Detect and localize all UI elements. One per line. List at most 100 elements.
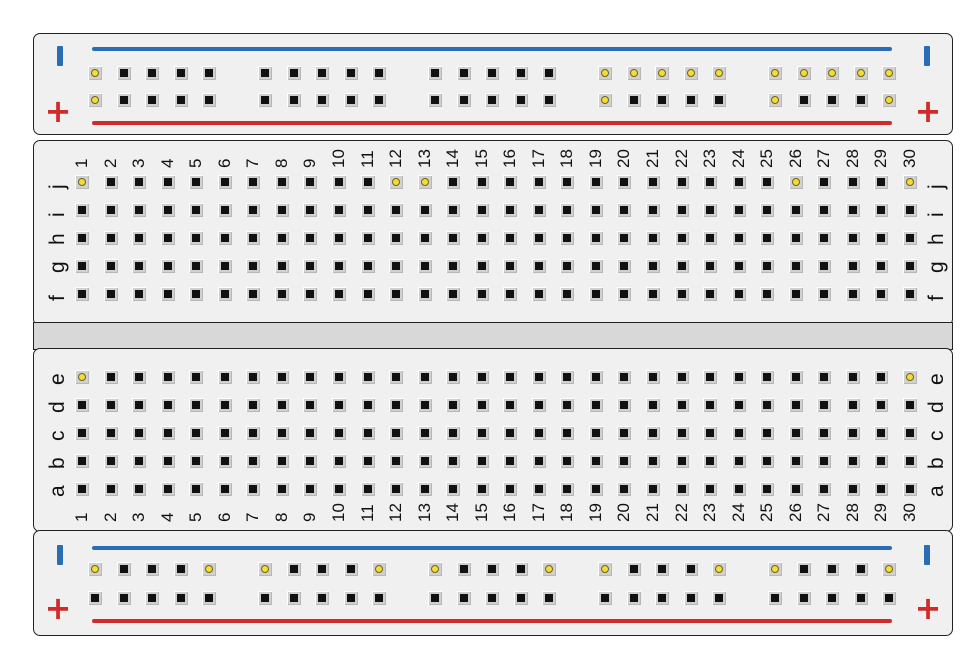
rail-hole-top-negative[interactable]	[372, 66, 386, 80]
terminal-hole-b[interactable]	[189, 454, 204, 468]
terminal-hole-h[interactable]	[389, 231, 404, 245]
terminal-hole-b[interactable]	[902, 454, 917, 468]
rail-hole-bottom-positive[interactable]	[145, 591, 159, 605]
terminal-hole-a[interactable]	[874, 482, 889, 496]
terminal-hole-h[interactable]	[103, 231, 118, 245]
rail-hole-bottom-negative[interactable]	[683, 562, 698, 576]
terminal-hole-e[interactable]	[417, 370, 432, 384]
rail-hole-top-negative[interactable]	[145, 66, 159, 80]
terminal-hole-g[interactable]	[760, 259, 775, 273]
terminal-hole-d[interactable]	[389, 398, 404, 412]
terminal-hole-e[interactable]	[560, 370, 575, 384]
terminal-hole-b[interactable]	[360, 454, 375, 468]
terminal-hole-f[interactable]	[274, 287, 289, 301]
terminal-hole-f[interactable]	[617, 287, 632, 301]
terminal-hole-e[interactable]	[75, 370, 89, 384]
terminal-hole-d[interactable]	[646, 398, 660, 412]
rail-hole-bottom-positive[interactable]	[428, 591, 442, 605]
terminal-hole-e[interactable]	[817, 370, 832, 384]
terminal-hole-i[interactable]	[817, 203, 832, 217]
terminal-hole-a[interactable]	[845, 482, 860, 496]
terminal-hole-h[interactable]	[588, 231, 603, 245]
terminal-hole-j[interactable]	[132, 175, 147, 189]
terminal-hole-d[interactable]	[217, 398, 232, 412]
terminal-hole-h[interactable]	[617, 231, 632, 245]
terminal-hole-f[interactable]	[760, 287, 775, 301]
terminal-hole-b[interactable]	[246, 454, 261, 468]
terminal-hole-i[interactable]	[902, 203, 917, 217]
terminal-hole-d[interactable]	[303, 398, 318, 412]
terminal-hole-c[interactable]	[132, 426, 147, 440]
rail-hole-top-negative[interactable]	[655, 66, 669, 80]
terminal-hole-d[interactable]	[588, 398, 603, 412]
terminal-hole-e[interactable]	[274, 370, 289, 384]
terminal-hole-c[interactable]	[874, 426, 889, 440]
terminal-hole-e[interactable]	[160, 370, 175, 384]
terminal-hole-f[interactable]	[703, 287, 718, 301]
terminal-hole-f[interactable]	[817, 287, 832, 301]
rail-hole-top-negative[interactable]	[796, 66, 811, 80]
terminal-hole-b[interactable]	[674, 454, 689, 468]
rail-hole-top-positive[interactable]	[513, 93, 528, 107]
terminal-hole-e[interactable]	[189, 370, 204, 384]
rail-hole-bottom-negative[interactable]	[712, 562, 726, 576]
terminal-hole-b[interactable]	[817, 454, 832, 468]
rail-hole-bottom-positive[interactable]	[712, 591, 726, 605]
rail-hole-top-negative[interactable]	[485, 66, 499, 80]
rail-hole-bottom-negative[interactable]	[768, 562, 782, 576]
terminal-hole-f[interactable]	[160, 287, 175, 301]
terminal-hole-g[interactable]	[132, 259, 147, 273]
terminal-hole-d[interactable]	[703, 398, 718, 412]
terminal-hole-i[interactable]	[874, 203, 889, 217]
terminal-hole-e[interactable]	[389, 370, 404, 384]
terminal-hole-e[interactable]	[103, 370, 118, 384]
terminal-hole-i[interactable]	[646, 203, 660, 217]
terminal-hole-f[interactable]	[75, 287, 89, 301]
terminal-hole-g[interactable]	[646, 259, 660, 273]
rail-hole-bottom-positive[interactable]	[343, 591, 358, 605]
terminal-hole-e[interactable]	[845, 370, 860, 384]
terminal-hole-j[interactable]	[788, 175, 803, 189]
rail-hole-bottom-negative[interactable]	[116, 562, 131, 576]
rail-hole-bottom-negative[interactable]	[88, 562, 102, 576]
rail-hole-bottom-negative[interactable]	[542, 562, 556, 576]
terminal-hole-h[interactable]	[531, 231, 546, 245]
terminal-hole-j[interactable]	[246, 175, 261, 189]
terminal-hole-g[interactable]	[474, 259, 489, 273]
terminal-hole-g[interactable]	[731, 259, 746, 273]
terminal-hole-a[interactable]	[731, 482, 746, 496]
terminal-hole-h[interactable]	[503, 231, 518, 245]
terminal-hole-h[interactable]	[217, 231, 232, 245]
terminal-hole-g[interactable]	[617, 259, 632, 273]
terminal-hole-a[interactable]	[503, 482, 518, 496]
terminal-hole-b[interactable]	[845, 454, 860, 468]
terminal-hole-e[interactable]	[703, 370, 718, 384]
terminal-hole-c[interactable]	[588, 426, 603, 440]
terminal-hole-h[interactable]	[902, 231, 917, 245]
terminal-hole-f[interactable]	[845, 287, 860, 301]
rail-hole-top-positive[interactable]	[258, 93, 272, 107]
terminal-hole-a[interactable]	[75, 482, 89, 496]
rail-hole-bottom-positive[interactable]	[796, 591, 811, 605]
rail-hole-top-negative[interactable]	[202, 66, 216, 80]
terminal-hole-c[interactable]	[217, 426, 232, 440]
terminal-hole-e[interactable]	[760, 370, 775, 384]
rail-hole-top-positive[interactable]	[145, 93, 159, 107]
terminal-hole-b[interactable]	[389, 454, 404, 468]
terminal-hole-a[interactable]	[246, 482, 261, 496]
terminal-hole-c[interactable]	[817, 426, 832, 440]
terminal-hole-b[interactable]	[132, 454, 147, 468]
terminal-hole-c[interactable]	[75, 426, 89, 440]
terminal-hole-b[interactable]	[75, 454, 89, 468]
terminal-hole-d[interactable]	[845, 398, 860, 412]
terminal-hole-d[interactable]	[788, 398, 803, 412]
terminal-hole-i[interactable]	[474, 203, 489, 217]
terminal-hole-b[interactable]	[217, 454, 232, 468]
terminal-hole-f[interactable]	[646, 287, 660, 301]
rail-hole-bottom-negative[interactable]	[485, 562, 499, 576]
terminal-hole-e[interactable]	[360, 370, 375, 384]
rail-hole-top-positive[interactable]	[853, 93, 868, 107]
rail-hole-bottom-negative[interactable]	[882, 562, 896, 576]
terminal-hole-a[interactable]	[103, 482, 118, 496]
terminal-hole-h[interactable]	[874, 231, 889, 245]
